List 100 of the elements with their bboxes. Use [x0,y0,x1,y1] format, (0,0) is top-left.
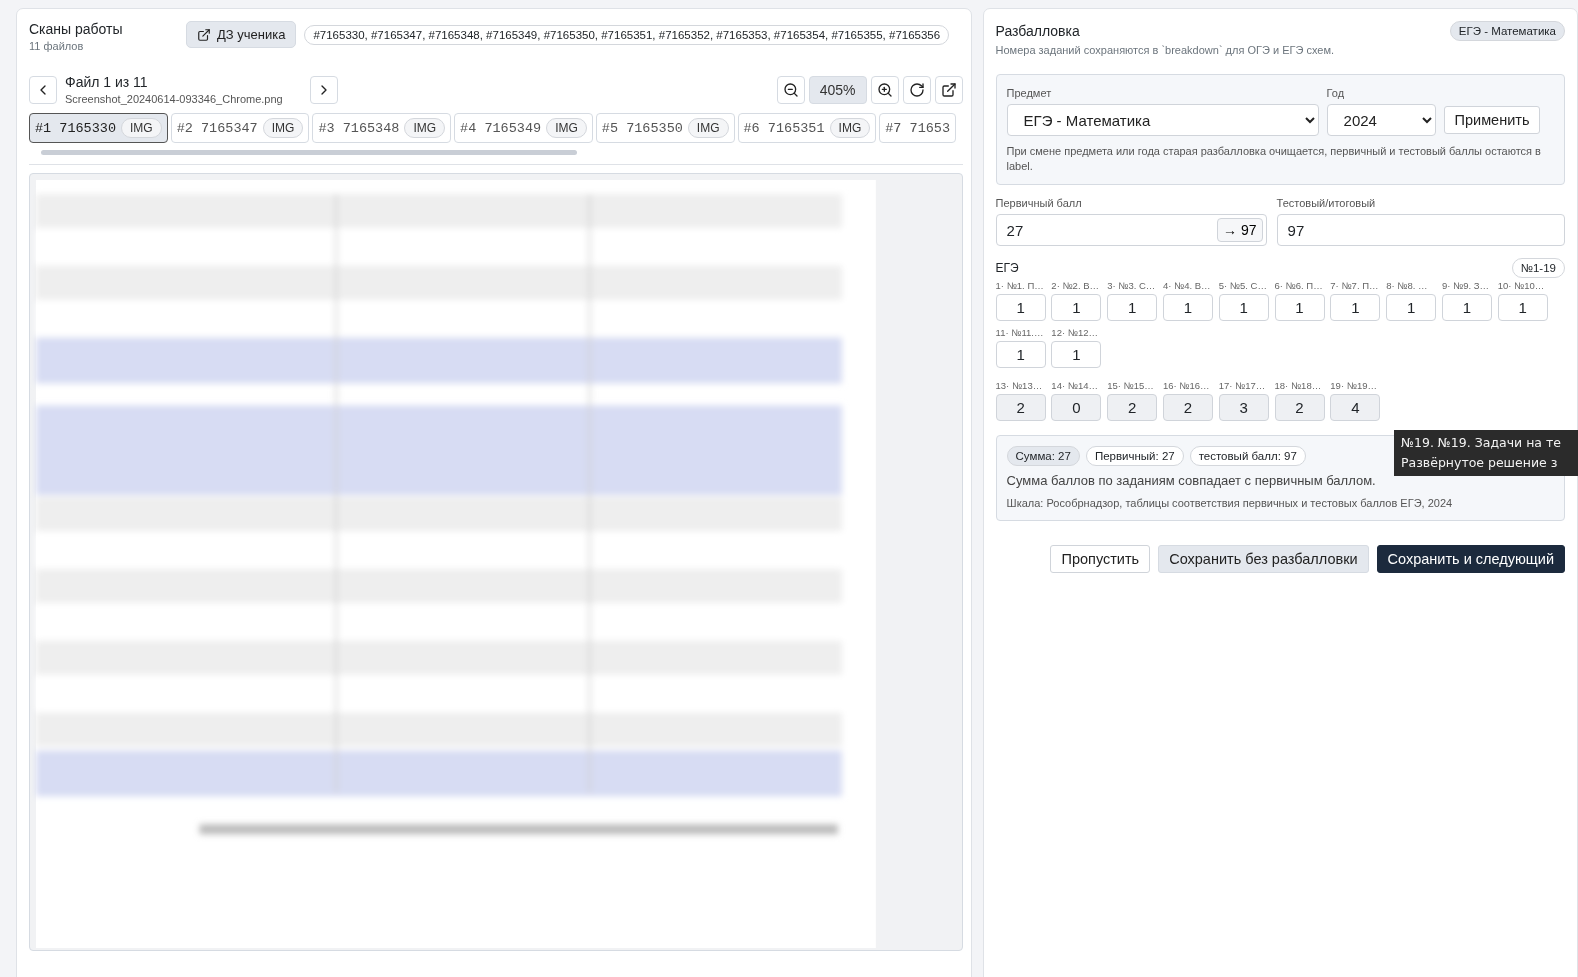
scale-source: Шкала: Рособрнадзор, таблицы соответствия первичных и тестовых баллов ЕГЭ, 2024 [1006,497,1454,509]
task-score-field[interactable]: 1 [1441,294,1492,321]
task-score-field[interactable]: 1 [1051,341,1102,368]
task-score-field[interactable]: 2 [1107,394,1158,421]
file-tab-label: #7 71653 [885,120,951,136]
score-chip: тестовый балл: 97 [1189,446,1306,466]
file-tab-label: #4 7165349 [460,120,542,136]
panel-title: Разбалловка [995,23,1080,39]
task-label: 14· №14… [1051,380,1099,391]
file-type-tag: IMG [829,118,871,138]
task-score-field[interactable]: 1 [1330,294,1381,321]
task-label: 6· №6. П… [1274,280,1324,291]
open-external-button[interactable] [934,75,963,104]
previous-button[interactable] [29,75,57,104]
file-type-tag: IMG [687,118,729,138]
task-label: 3· №3. С… [1107,280,1157,291]
task-label: 10· №10… [1497,280,1546,291]
file-title: Файл 1 из 11 [65,74,149,90]
file-tab-label: #1 7165330 [35,120,117,136]
task-label: 1· №1. П… [995,280,1045,291]
file-type-tag: IMG [546,118,587,138]
file-tab-label: #3 7165348 [318,120,400,136]
settings-note: При смене предмета или года старая разбалловка очищается, первичный и тестовый баллы остаются в label. [1006,144,1542,174]
file-tab[interactable]: #2 7165347 IMG [170,113,310,143]
file-tab[interactable]: #6 7165351 IMG [737,113,877,143]
file-tab[interactable]: #3 7165348 IMG [312,113,452,143]
zoom-out-button[interactable] [776,75,805,104]
rotate-icon [908,81,925,98]
file-tab[interactable]: #5 7165350 IMG [595,113,735,143]
panel-subtitle: Номера заданий сохраняются в `breakdown` для ОГЭ и ЕГЭ схем. [995,44,1335,56]
task-score-field[interactable]: 0 [1051,394,1102,421]
action-button[interactable]: Пропустить [1050,545,1151,573]
task-score-field[interactable]: 2 [1162,394,1213,421]
task-label: 9· №9. З… [1441,280,1490,291]
zoom-level: 405% [808,75,867,104]
action-button[interactable]: Сохранить без разбалловки [1158,545,1369,573]
convert-button[interactable]: → 97 [1217,218,1263,242]
primary-score-field[interactable]: 27 → 97 [995,214,1267,246]
tooltip: №19. №19. Задачи на те Развёрнутое решение з [1394,430,1578,476]
year-select[interactable]: 2024 [1326,104,1436,136]
panel-title: Сканы работы [29,21,124,37]
test-label: Тестовый/итоговый [1276,197,1377,209]
file-tab[interactable]: #1 7165330 IMG [29,113,168,143]
file-tab-label: #5 7165350 [601,120,683,136]
file-name: Screenshot_20240614-093346_Chrome.png [65,93,284,105]
score-chip: Первичный: 27 [1085,446,1184,466]
file-type-tag: IMG [404,118,446,138]
rotate-button[interactable] [902,75,931,104]
scrollbar[interactable] [41,150,577,155]
task-score-field[interactable]: 3 [1218,394,1269,421]
subject-select[interactable]: ЕГЭ - Математика [1006,104,1319,136]
task-score-field[interactable]: 1 [1497,294,1548,321]
task-label: 17· №17… [1218,380,1267,391]
task-label: 5· №5. С… [1218,280,1268,291]
task-score-field[interactable]: 1 [1218,294,1269,321]
file-tab-label: #6 7165351 [743,120,825,136]
file-tab-label: #2 7165347 [176,120,258,136]
task-label: 4· №4. В… [1162,280,1212,291]
task-label: 16· №16… [1162,380,1211,391]
task-score-field[interactable]: 4 [1330,394,1381,421]
task-score-field[interactable]: 1 [995,294,1046,321]
task-label: 13· №13… [995,380,1044,391]
task-score-field[interactable]: 1 [1386,294,1437,321]
exam-badge: ЕГЭ - Математика [1449,21,1565,41]
task-label: 18· №18… [1274,380,1323,391]
task-label: 7· №7. П… [1330,280,1380,291]
apply-button[interactable]: Применить [1443,106,1541,134]
test-score-field[interactable]: 97 [1276,214,1565,246]
zoom-out-icon [782,81,799,98]
external-link-icon [197,27,211,42]
next-button[interactable] [310,75,338,104]
year-label: Год [1326,87,1346,99]
file-type-tag: IMG [121,118,162,138]
task-label: 15· №15… [1107,380,1155,391]
task-label: 11· №11.… [995,327,1045,338]
score-chip: Сумма: 27 [1006,446,1080,466]
file-count: 11 файлов [29,40,85,52]
task-score-field[interactable]: 1 [1051,294,1102,321]
task-score-field[interactable]: 2 [995,394,1046,421]
file-type-tag: IMG [262,118,304,138]
action-button[interactable]: Сохранить и следующий [1376,545,1565,573]
task-score-field[interactable]: 1 [1107,294,1158,321]
section-title: ЕГЭ [995,261,1019,275]
zoom-in-button[interactable] [870,75,899,104]
task-label: 12· №12… [1051,327,1099,338]
zoom-in-icon [876,81,893,98]
task-score-field[interactable]: 1 [1162,294,1213,321]
subject-label: Предмет [1006,87,1053,99]
primary-label: Первичный балл [995,197,1083,209]
student-homework-button[interactable]: ДЗ ученика [186,21,297,48]
task-label: 19· №19… [1330,380,1378,391]
file-tab[interactable]: #7 71653 [879,113,957,143]
task-score-field[interactable]: 2 [1274,394,1325,421]
external-link-icon [940,81,957,98]
task-label: 2· №2. В… [1051,280,1101,291]
file-tab[interactable]: #4 7165349 IMG [454,113,593,143]
match-message: Сумма баллов по заданиям совпадает с первичным баллом. [1006,473,1377,488]
task-score-field[interactable]: 1 [1274,294,1325,321]
task-score-field[interactable]: 1 [995,341,1046,368]
task-label: 8· №8. … [1386,280,1429,291]
